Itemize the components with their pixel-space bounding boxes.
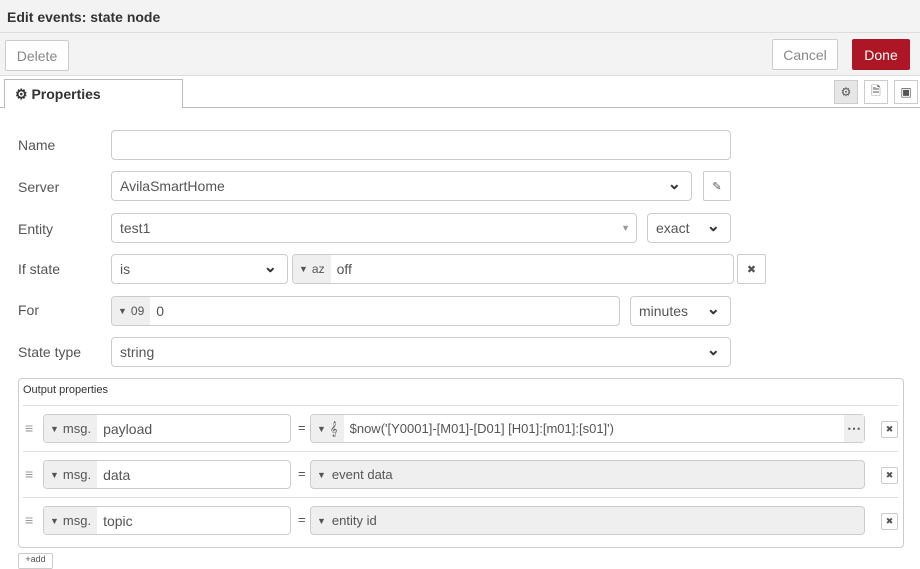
unit-value: minutes [639, 303, 689, 319]
operator-select[interactable]: is [111, 254, 288, 284]
expand-editor-button[interactable]: ⋯ [844, 415, 864, 442]
gear-icon: ⚙ [15, 86, 28, 102]
property-input[interactable]: ▼ msg. data [43, 460, 291, 489]
state-type-select[interactable]: string [111, 337, 731, 367]
property-value: payload [103, 420, 153, 437]
value-label: entity id [331, 513, 377, 528]
remove-condition-button[interactable]: ✖ [737, 254, 766, 284]
unit-select[interactable]: minutes [630, 296, 731, 326]
remove-row-button[interactable]: ✖ [881, 513, 898, 530]
type-select[interactable]: ▼ az [293, 255, 331, 283]
equals-sign: = [298, 512, 306, 527]
type-select[interactable]: ▼ msg. [44, 415, 98, 442]
property-input[interactable]: ▼ msg. topic [43, 506, 291, 535]
property-value: data [103, 466, 131, 483]
edit-server-button[interactable]: ✎ [703, 171, 731, 201]
caret-down-icon: ▼ [317, 469, 326, 480]
close-icon: ✖ [885, 470, 894, 480]
state-value: off [336, 261, 352, 277]
divider [23, 497, 898, 498]
entity-input[interactable]: test1 ▼ [111, 213, 637, 243]
jsonata-icon: 𝄞 [329, 420, 338, 436]
msg-prefix: msg. [62, 467, 92, 482]
msg-prefix: msg. [62, 513, 92, 528]
appearance-icon[interactable]: ▣ [894, 80, 918, 104]
caret-down-icon: ▼ [621, 223, 630, 233]
expression-value: $now('[Y0001]-[M01]-[D01] [H01]:[m01]:[s… [349, 421, 614, 436]
server-label: Server [18, 179, 60, 195]
equals-sign: = [298, 466, 306, 481]
caret-down-icon: ▼ [317, 423, 326, 434]
operator-value: is [120, 261, 131, 277]
remove-row-button[interactable]: ✖ [881, 467, 898, 484]
name-label: Name [18, 137, 56, 153]
type-select[interactable]: ▼ msg. [44, 461, 98, 488]
description-icon[interactable]: 🗎 [864, 80, 888, 104]
add-button[interactable]: + add [18, 553, 53, 569]
output-properties-label: Output properties [23, 384, 108, 396]
match-value: exact [656, 220, 690, 236]
state-type-label: State type [18, 344, 82, 360]
match-select[interactable]: exact [647, 213, 731, 243]
caret-down-icon: ▼ [50, 469, 59, 480]
number-type-icon: 09 [130, 304, 145, 318]
value-select[interactable]: ▼ entity id [310, 506, 865, 535]
dialog-title: Edit events: state node [0, 0, 920, 33]
server-value: AvilaSmartHome [120, 178, 225, 194]
done-button[interactable]: Done [852, 39, 910, 70]
equals-sign: = [298, 420, 306, 435]
pencil-icon: ✎ [712, 180, 722, 193]
for-input[interactable]: ▼ 09 0 [111, 296, 620, 326]
cancel-button[interactable]: Cancel [772, 39, 838, 70]
string-type-icon: az [311, 262, 325, 276]
server-select[interactable]: AvilaSmartHome [111, 171, 692, 201]
drag-handle-icon[interactable]: ≡ [25, 466, 33, 482]
tab-label: Properties [31, 86, 101, 102]
type-select[interactable]: ▼ 09 [112, 297, 151, 325]
drag-handle-icon[interactable]: ≡ [25, 512, 33, 528]
caret-down-icon: ▼ [299, 264, 308, 274]
caret-down-icon: ▼ [50, 423, 59, 434]
entity-label: Entity [18, 221, 54, 237]
add-label: add [30, 554, 46, 564]
value-select[interactable]: ▼ event data [310, 460, 865, 489]
state-type-value: string [120, 344, 155, 360]
type-select[interactable]: ▼ msg. [44, 507, 98, 534]
remove-row-button[interactable]: ✖ [881, 421, 898, 438]
gear-icon[interactable]: ⚙ [834, 80, 858, 104]
delete-button[interactable]: Delete [5, 40, 69, 71]
drag-handle-icon[interactable]: ≡ [25, 420, 33, 436]
caret-down-icon: ▼ [50, 515, 59, 526]
value-input[interactable]: ▼ 𝄞 $now('[Y0001]-[M01]-[D01] [H01]:[m01]:… [310, 414, 865, 443]
tab-properties[interactable]: ⚙ Properties [4, 79, 183, 108]
state-value-input[interactable]: ▼ az off [292, 254, 734, 284]
close-icon: ✖ [746, 263, 757, 276]
close-icon: ✖ [885, 424, 894, 434]
caret-down-icon: ▼ [317, 515, 326, 526]
type-select[interactable]: ▼ 𝄞 [311, 415, 344, 442]
property-input[interactable]: ▼ msg. payload [43, 414, 291, 443]
name-input[interactable] [111, 130, 731, 160]
for-value: 0 [156, 303, 165, 319]
close-icon: ✖ [885, 516, 894, 526]
caret-down-icon: ▼ [118, 306, 127, 316]
if-state-label: If state [18, 261, 61, 277]
entity-value: test1 [120, 220, 151, 236]
msg-prefix: msg. [62, 421, 92, 436]
value-label: event data [331, 467, 393, 482]
for-label: For [18, 302, 39, 318]
divider [23, 451, 898, 452]
divider [23, 405, 898, 406]
property-value: topic [103, 512, 133, 529]
